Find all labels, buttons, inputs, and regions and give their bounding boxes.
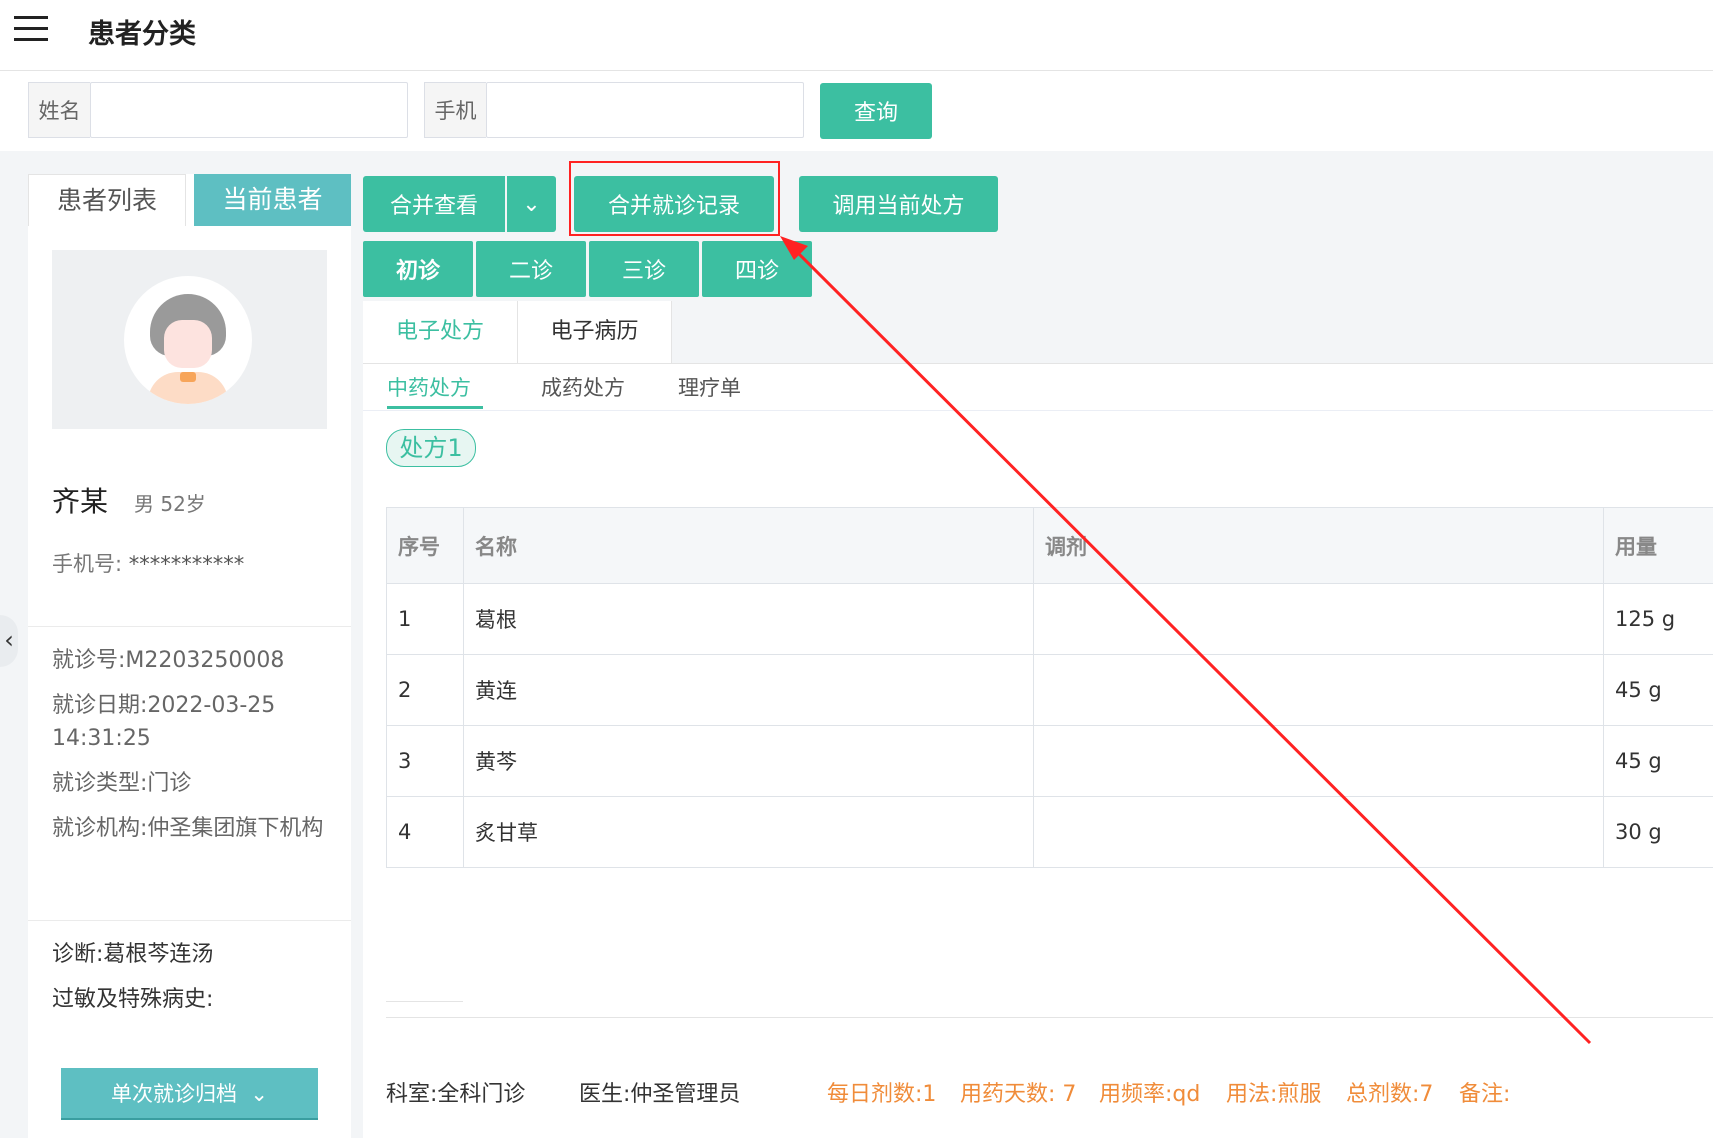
diagnosis: 诊断:葛根芩连汤 [52, 942, 214, 967]
name-input[interactable] [90, 82, 408, 138]
col-header-dose: 用量 [1615, 534, 1657, 559]
phone-value: *********** [128, 552, 245, 576]
footer-remark: 备注: [1459, 1082, 1511, 1107]
visit-date: 就诊日期:2022-03-25 14:31:25 [52, 693, 276, 751]
table-row: 4 炙甘草 30 g [387, 797, 1713, 868]
herb-table: 序号 名称 调剂 用量 1 葛根 125 g 2 黄连 45 g 3 黄芩 45… [386, 507, 1713, 868]
cell-dispense [1034, 584, 1604, 654]
menu-icon[interactable] [14, 16, 48, 42]
tab-herbal-rx[interactable]: 中药处方 [387, 372, 471, 402]
query-button[interactable]: 查询 [820, 83, 932, 139]
divider [386, 1017, 1713, 1018]
cell-dispense [1034, 797, 1604, 867]
cell-dose: 30 g [1615, 820, 1662, 844]
footer-dept: 科室:全科门诊 [386, 1082, 526, 1107]
divider [386, 1001, 463, 1002]
avatar-box [52, 250, 327, 429]
footer-usage: 用法:煎服 [1226, 1082, 1322, 1107]
col-header-no: 序号 [387, 508, 464, 583]
chevron-down-icon: ⌄ [522, 191, 541, 217]
patient-meta: 男 52岁 [134, 492, 206, 516]
record-tabs: 电子处方 电子病历 [363, 301, 1713, 364]
active-tab-underline [387, 406, 483, 409]
cell-name: 炙甘草 [464, 797, 1034, 867]
search-bar: 姓名 手机 查询 [0, 71, 1713, 151]
visit-tab-4[interactable]: 四诊 [702, 241, 812, 297]
cell-dispense [1034, 655, 1604, 725]
patient-sidebar: 患者列表 当前患者 齐某 男 52岁 手机号: *********** 就诊号:… [28, 174, 351, 1138]
rx-chip[interactable]: 处方1 [386, 429, 476, 467]
footer-days: 用药天数: 7 [960, 1082, 1077, 1107]
patient-name: 齐某 [52, 485, 109, 518]
cell-no: 4 [387, 797, 464, 867]
cell-no: 3 [387, 726, 464, 796]
visit-org: 就诊机构:仲圣集团旗下机构 [52, 816, 324, 841]
merge-view-button[interactable]: 合并查看 [363, 176, 505, 232]
chevron-left-icon: ‹ [4, 626, 14, 654]
avatar [124, 276, 252, 404]
highlight-box [569, 161, 780, 236]
footer-frequency: 用频率:qd [1099, 1082, 1201, 1107]
visit-tab-3[interactable]: 三诊 [589, 241, 699, 297]
cell-dose: 125 g [1615, 607, 1676, 631]
top-bar: 患者分类 [0, 0, 1713, 71]
rx-type-tabs: 中药处方 成药处方 理疗单 [363, 364, 1713, 411]
tab-patent-rx[interactable]: 成药处方 [541, 372, 625, 402]
chevron-down-icon: ⌄ [243, 1082, 268, 1106]
use-current-rx-button[interactable]: 调用当前处方 [799, 176, 998, 232]
main-panel: 合并查看 ⌄ 合并就诊记录 调用当前处方 初诊 二诊 三诊 四诊 电子处方 电子… [363, 151, 1713, 1138]
visit-tab-1[interactable]: 初诊 [363, 241, 473, 297]
archive-visit-button[interactable]: 单次就诊归档 ⌄ [61, 1068, 318, 1120]
sidebar-tabs: 患者列表 当前患者 [28, 174, 351, 226]
table-row: 1 葛根 125 g [387, 584, 1713, 655]
cell-dose: 45 g [1615, 678, 1662, 702]
collapse-sidebar-button[interactable]: ‹ [0, 615, 18, 667]
col-header-name: 名称 [464, 508, 1034, 583]
cell-no: 2 [387, 655, 464, 725]
table-row: 2 黄连 45 g [387, 655, 1713, 726]
cell-name: 黄连 [464, 655, 1034, 725]
table-header: 序号 名称 调剂 用量 [387, 508, 1713, 584]
cell-no: 1 [387, 584, 464, 654]
patient-phone: 手机号: *********** [52, 548, 244, 578]
footer-daily-doses: 每日剂数:1 [827, 1082, 937, 1107]
visit-type: 就诊类型:门诊 [52, 771, 192, 796]
col-header-dispense: 调剂 [1034, 508, 1604, 583]
tab-patient-list[interactable]: 患者列表 [28, 174, 186, 226]
cell-name: 葛根 [464, 584, 1034, 654]
visit-number: 就诊号:M2203250008 [52, 648, 285, 673]
visit-tab-2[interactable]: 二诊 [476, 241, 586, 297]
archive-label: 单次就诊归档 [111, 1082, 238, 1106]
table-row: 3 黄芩 45 g [387, 726, 1713, 797]
cell-dispense [1034, 726, 1604, 796]
cell-dose: 45 g [1615, 749, 1662, 773]
tab-therapy-sheet[interactable]: 理疗单 [678, 372, 741, 402]
phone-label: 手机号: [52, 552, 123, 576]
page-title: 患者分类 [88, 19, 196, 50]
tab-current-patient[interactable]: 当前患者 [194, 174, 351, 226]
tab-e-medical-record[interactable]: 电子病历 [517, 301, 672, 363]
phone-input[interactable] [486, 82, 804, 138]
name-label: 姓名 [28, 82, 90, 138]
cell-name: 黄芩 [464, 726, 1034, 796]
allergy-history: 过敏及特殊病史: [52, 987, 214, 1012]
footer-total: 总剂数:7 [1346, 1082, 1434, 1107]
footer-doctor: 医生:仲圣管理员 [579, 1082, 741, 1107]
merge-view-dropdown[interactable]: ⌄ [507, 176, 556, 232]
tab-e-prescription[interactable]: 电子处方 [363, 301, 517, 363]
record-content: 电子处方 电子病历 中药处方 成药处方 理疗单 处方1 序号 名称 调剂 用量 … [363, 301, 1713, 1138]
phone-label: 手机 [424, 82, 486, 138]
